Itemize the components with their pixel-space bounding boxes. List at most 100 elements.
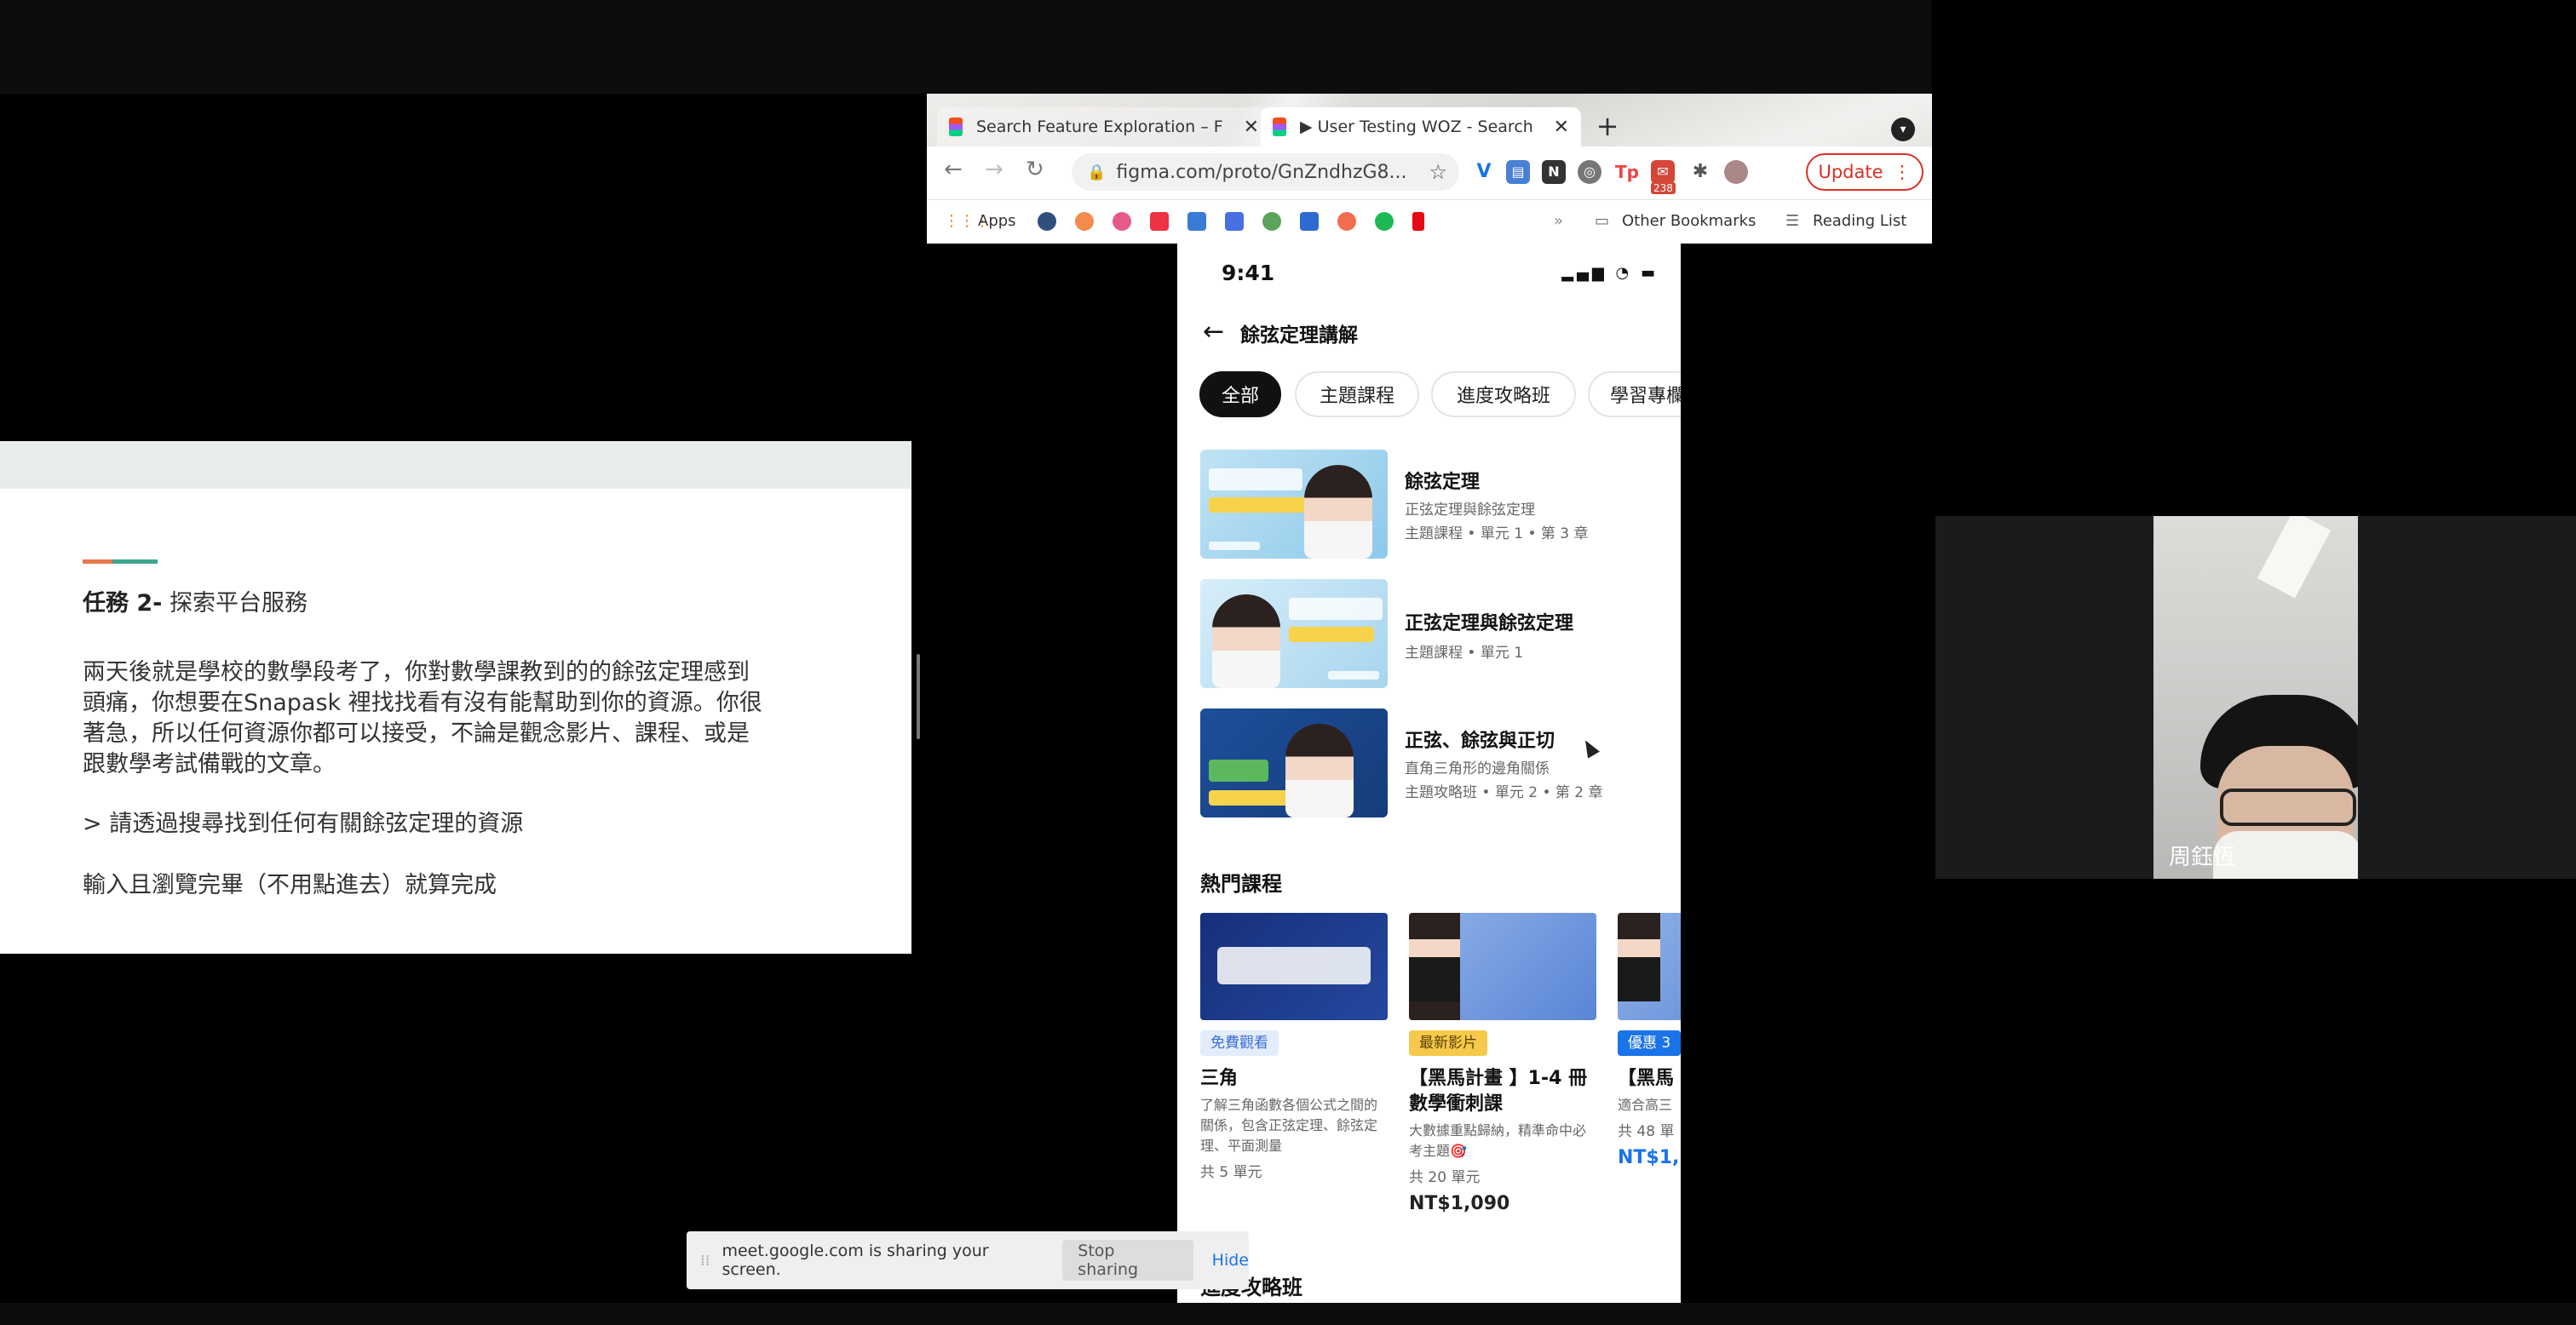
thumb-banner — [1289, 598, 1383, 620]
phone-prototype: 9:41 ▂▄▆ ◔ ▬ ← 餘弦定理講解 全部 主題課程 進度攻略班 學習專欄… — [1177, 244, 1681, 1303]
tutor-photo — [1618, 913, 1660, 1001]
course-title: 三角 — [1200, 1068, 1239, 1089]
mail-count-badge: 238 — [1651, 182, 1676, 194]
folder-icon: ▭ — [1595, 212, 1610, 230]
course-title: 【黑馬 冊全科 — [1618, 1068, 1681, 1089]
course-units: 共 48 單 — [1618, 1123, 1675, 1140]
bookmark-icon[interactable] — [1262, 212, 1281, 231]
slide-paragraph-line: 著急，所以任何資源你都可以接受，不論是觀念影片、課程、或是 — [83, 720, 750, 747]
hide-button[interactable]: Hide — [1212, 1251, 1249, 1270]
thumb-banner — [1217, 947, 1371, 984]
course-description: 適合高三 — [1618, 1097, 1673, 1113]
course-thumbnail — [1409, 913, 1596, 1020]
tutor-photo — [1409, 1001, 1460, 1020]
search-result[interactable]: 正弦定理與餘弦定理 主題課程 • 單元 1 — [1200, 579, 1677, 690]
drag-handle-icon[interactable]: ⁞⁞ — [700, 1252, 710, 1270]
result-meta: 主題攻略班 • 單元 2 • 第 2 章 — [1405, 784, 1603, 801]
hot-courses-title: 熱門課程 — [1200, 872, 1282, 896]
extension-circle-icon[interactable]: ◎ — [1578, 160, 1601, 184]
tab-search-icon[interactable]: ▾ — [1891, 118, 1915, 141]
bookmark-icon[interactable] — [1337, 212, 1356, 231]
wifi-icon: ◔ — [1615, 264, 1633, 282]
bookmark-other[interactable]: Other Bookmarks — [1622, 212, 1756, 230]
signal-icon: ▂▄▆ — [1561, 264, 1607, 282]
sale-badge: 優惠 3 — [1618, 1030, 1681, 1056]
result-title: 正弦定理與餘弦定理 — [1405, 613, 1574, 634]
chip-all[interactable]: 全部 — [1199, 371, 1281, 417]
tab-label: Search Feature Exploration – F — [976, 118, 1223, 136]
result-title: 餘弦定理 — [1405, 472, 1481, 493]
course-price: NT$1, — [1618, 1147, 1680, 1168]
thumb-tag — [1289, 627, 1374, 642]
address-bar[interactable]: 🔒 figma.com/proto/GnZndhzG8... ☆ — [1072, 153, 1459, 191]
forward-icon[interactable]: → — [985, 157, 1003, 182]
reload-icon[interactable]: ↻ — [1026, 157, 1044, 182]
presentation-slide: 任務 2- 探索平台服務 兩天後就是學校的數學段考了，你對數學課教到的的餘弦定理… — [0, 441, 911, 954]
result-subtitle: 主題課程 • 單元 1 — [1405, 645, 1524, 662]
slide-title: 任務 2- 探索平台服務 — [83, 584, 308, 617]
chip-topic-course[interactable]: 主題課程 — [1295, 371, 1419, 417]
bookmark-icon[interactable] — [1187, 212, 1206, 231]
course-title: 【黑馬計畫 】1-4 冊數學衝刺課 — [1409, 1068, 1588, 1115]
slide-paragraph-line: 兩天後就是學校的數學段考了，你對數學課教到的的餘弦定理感到 — [83, 659, 750, 685]
slide-paragraph-line: 跟數學考試備戰的文章。 — [83, 751, 336, 777]
figma-icon — [1273, 118, 1286, 136]
profile-avatar[interactable] — [1724, 160, 1748, 184]
search-result[interactable]: 餘弦定理 正弦定理與餘弦定理 主題課程 • 單元 1 • 第 3 章 — [1200, 450, 1677, 560]
bookmark-star-icon[interactable]: ☆ — [1429, 160, 1447, 184]
stop-sharing-button[interactable]: Stop sharing — [1062, 1240, 1193, 1281]
bookmark-icon[interactable] — [1038, 212, 1056, 231]
slide-paragraph: 兩天後就是學校的數學段考了，你對數學課教到的的餘弦定理感到 頭痛，你想要在Sna… — [83, 657, 832, 780]
extension-v-icon[interactable]: V — [1472, 160, 1496, 184]
bookmarks-bar: ⋮⋮⋮ Apps » ▭ Other Bookmarks ☰ Reading L… — [927, 199, 1932, 244]
bookmark-icon[interactable] — [1150, 212, 1169, 231]
menu-dots-icon: ⋮ — [1893, 162, 1912, 182]
puzzle-icon[interactable]: ✱ — [1688, 160, 1712, 184]
course-card[interactable]: 優惠 3 【黑馬 冊全科 適合高三 共 48 單 NT$1, — [1618, 913, 1681, 1168]
bookmark-icon[interactable] — [1113, 212, 1131, 231]
extension-docs-icon[interactable]: ▤ — [1506, 160, 1530, 184]
browser-toolbar: ← → ↻ 🔒 figma.com/proto/GnZndhzG8... ☆ V… — [927, 146, 1932, 199]
course-card[interactable]: 免費觀看 三角 了解三角函數各個公式之間的關係，包含正弦定理、餘弦定理、平面測量… — [1200, 913, 1389, 1181]
extension-mail-icon[interactable]: ✉ — [1651, 160, 1675, 184]
battery-icon: ▬ — [1640, 264, 1659, 282]
course-description: 大數據重點歸納，精準命中必考主題🎯 — [1409, 1122, 1587, 1159]
participant-glasses — [2220, 789, 2356, 826]
tutor-photo — [1285, 724, 1354, 817]
spotify-icon[interactable] — [1375, 212, 1394, 231]
bookmark-icon[interactable] — [1225, 212, 1244, 231]
slide-header-bar — [0, 441, 911, 489]
close-icon[interactable]: ✕ — [1554, 117, 1569, 138]
back-icon[interactable]: ← — [944, 157, 963, 182]
course-card[interactable]: 最新影片 【黑馬計畫 】1-4 冊數學衝刺課 大數據重點歸納，精準命中必考主題🎯… — [1409, 913, 1598, 1214]
linkedin-icon[interactable] — [1300, 212, 1319, 231]
close-icon[interactable]: ✕ — [1244, 117, 1259, 138]
chevron-right-icon[interactable]: » — [1554, 212, 1563, 230]
netflix-icon[interactable] — [1412, 212, 1424, 231]
participant-video — [2153, 516, 2358, 879]
snapask-logo — [1209, 542, 1260, 550]
ceiling-light — [2257, 516, 2332, 599]
result-thumbnail — [1200, 450, 1388, 559]
page-title: 餘弦定理講解 — [1240, 324, 1358, 347]
search-result[interactable]: 正弦、餘弦與正切 直角三角形的邊角關係 主題攻略班 • 單元 2 • 第 2 章 — [1200, 708, 1677, 819]
bookmark-reading-list[interactable]: Reading List — [1813, 212, 1906, 230]
result-thumbnail — [1200, 579, 1388, 688]
figma-icon — [949, 118, 963, 136]
resize-handle[interactable] — [917, 654, 920, 739]
back-arrow-icon[interactable]: ← — [1203, 317, 1224, 347]
extension-notion-icon[interactable]: N — [1542, 160, 1566, 184]
result-meta: 主題課程 • 單元 1 • 第 3 章 — [1405, 525, 1589, 542]
tab-user-testing-woz[interactable]: ▶ User Testing WOZ - Search ✕ — [1261, 107, 1581, 146]
new-tab-button[interactable]: + — [1591, 111, 1624, 143]
extension-tp-icon[interactable]: Tp — [1615, 160, 1639, 184]
bookmark-apps[interactable]: Apps — [978, 212, 1016, 230]
bookmark-icon[interactable] — [1075, 212, 1094, 231]
status-time: 9:41 — [1222, 261, 1275, 285]
tab-search-feature-exploration[interactable]: Search Feature Exploration – F ✕ — [937, 107, 1271, 146]
update-button[interactable]: Update ⋮ — [1806, 153, 1923, 191]
slide-title-rest: 探索平台服務 — [162, 590, 308, 617]
course-thumbnail — [1618, 913, 1681, 1020]
chip-learning-column[interactable]: 學習專欄 — [1588, 371, 1681, 417]
chip-progress-class[interactable]: 進度攻略班 — [1431, 371, 1576, 417]
